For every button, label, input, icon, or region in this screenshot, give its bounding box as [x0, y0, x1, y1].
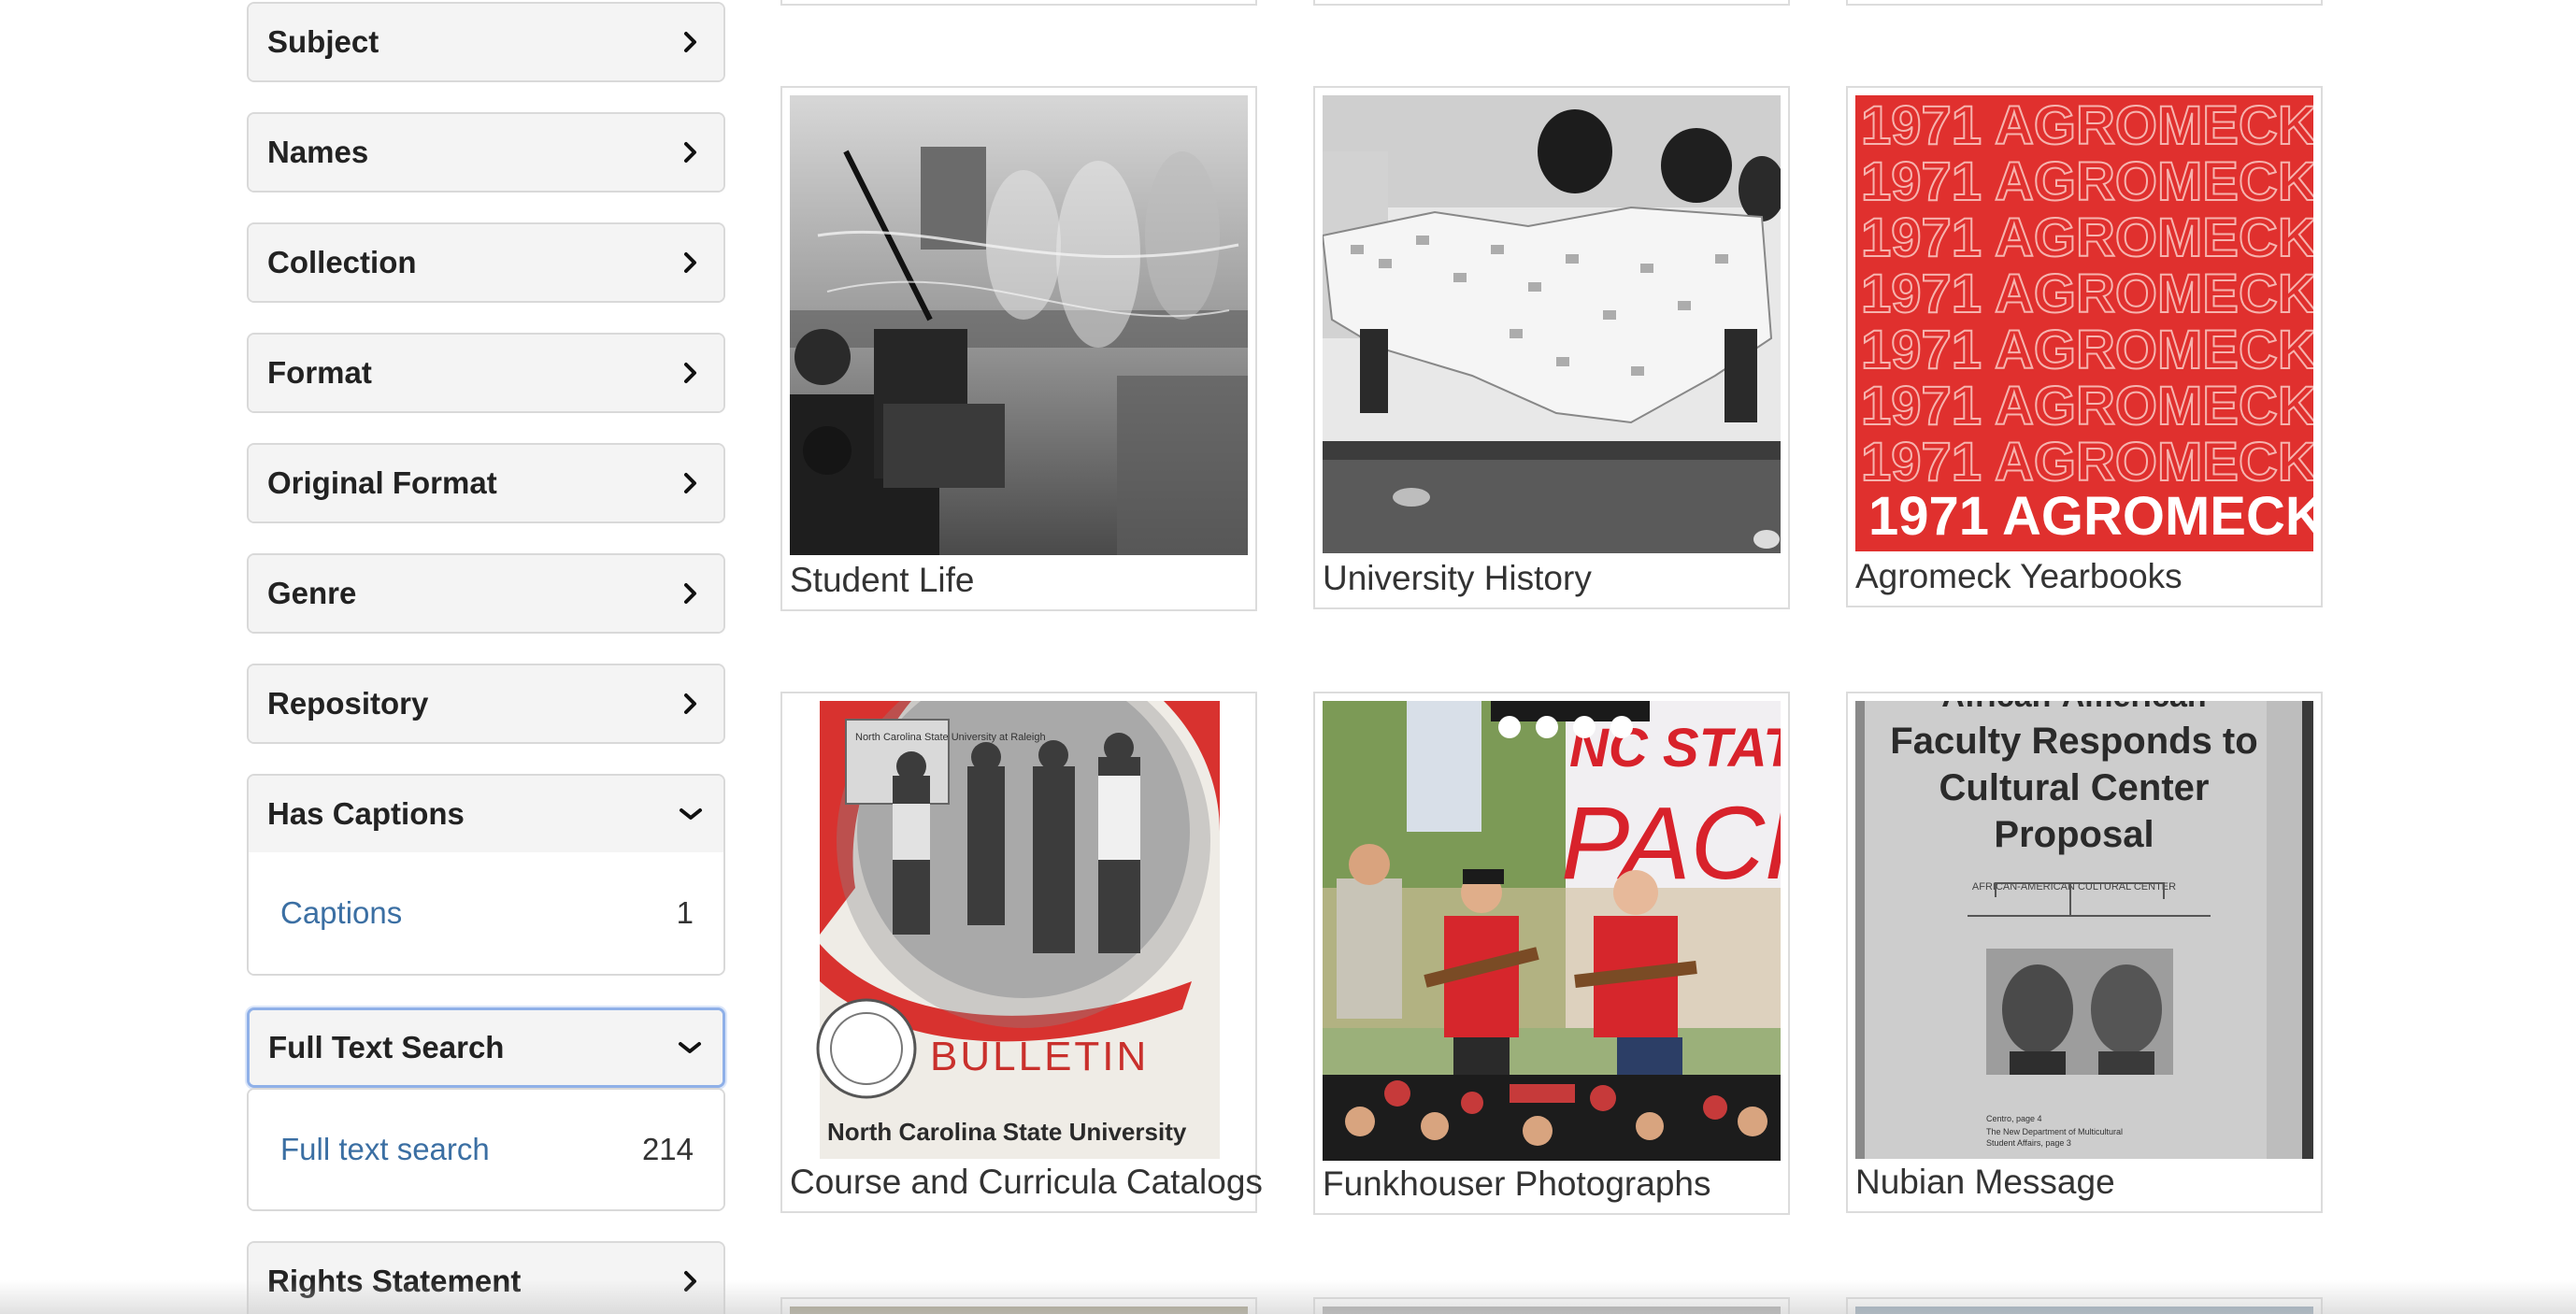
collection-thumbnail — [1323, 95, 1781, 553]
collection-card-stub — [1313, 0, 1790, 6]
nubian-headline-line: Cultural Center — [1939, 767, 2210, 808]
facet-title: Rights Statement — [267, 1264, 522, 1298]
concert-banner-main: PACKAPA — [1561, 786, 1781, 901]
collection-title: Student Life — [790, 561, 975, 599]
facet-item: Full text search 214 — [249, 1090, 723, 1209]
agromeck-cover-text: 1971 AGROMECK — [1861, 432, 2313, 493]
collection-thumbnail: 1971 AGROMECK 1971 AGROMECK 1971 AGROMEC… — [1855, 95, 2313, 551]
collection-title: Agromeck Yearbooks — [1855, 557, 2182, 595]
chevron-down-icon — [676, 1034, 704, 1062]
facet-names-toggle[interactable]: Names — [249, 114, 723, 191]
collection-card-stub[interactable] — [1846, 1297, 2323, 1314]
agromeck-cover-text: 1971 AGROMECK — [1861, 151, 2313, 212]
collection-card-university-history[interactable]: University History — [1313, 86, 1790, 609]
facet-title: Has Captions — [267, 796, 465, 831]
chevron-right-icon — [677, 28, 705, 56]
facet-original-format[interactable]: Original Format — [247, 443, 725, 523]
nubian-footer: Centro, page 4 — [1986, 1114, 2042, 1123]
facet-full-text-search-toggle[interactable]: Full Text Search — [250, 1010, 723, 1085]
facet-title: Original Format — [267, 465, 497, 500]
collection-title: Nubian Message — [1855, 1163, 2115, 1201]
nubian-footer: Student Affairs, page 3 — [1986, 1138, 2071, 1148]
collection-card-funkhouser-photographs[interactable]: NC STATE U PACKAPA Funkhouser Ph — [1313, 692, 1790, 1215]
agromeck-cover-text: 1971 AGROMECK — [1861, 264, 2313, 324]
collection-title: University History — [1323, 559, 1592, 597]
agromeck-cover-text: 1971 AGROMECK — [1861, 95, 2313, 156]
chevron-right-icon — [677, 249, 705, 277]
agromeck-cover-text: 1971 AGROMECK — [1861, 320, 2313, 380]
collection-thumbnail — [1855, 1307, 2313, 1314]
collection-thumbnail — [790, 95, 1248, 555]
facet-collection-toggle[interactable]: Collection — [249, 224, 723, 301]
facet-collection[interactable]: Collection — [247, 222, 725, 303]
nubian-headline-line: Faculty Responds to — [1890, 721, 2257, 762]
facet-rights-statement[interactable]: Rights Statement — [247, 1241, 725, 1314]
facet-item-full-text-search-link[interactable]: Full text search — [280, 1132, 490, 1167]
collection-thumbnail: NC STATE U PACKAPA — [1323, 701, 1781, 1161]
concert-banner-top: NC STATE U — [1569, 718, 1781, 778]
facet-rights-statement-toggle[interactable]: Rights Statement — [249, 1243, 723, 1314]
facet-format[interactable]: Format — [247, 333, 725, 413]
nubian-footer: The New Department of Multicultural — [1986, 1127, 2123, 1136]
chevron-right-icon — [677, 469, 705, 497]
collection-thumbnail: North Carolina State University at Ralei… — [790, 701, 1248, 1159]
collection-card-stub[interactable] — [780, 1297, 1257, 1314]
agromeck-cover-title: 1971 AGROMECK — [1868, 486, 2313, 547]
facet-repository[interactable]: Repository — [247, 664, 725, 744]
facet-original-format-toggle[interactable]: Original Format — [249, 445, 723, 521]
facet-names[interactable]: Names — [247, 112, 725, 193]
agromeck-cover-text: 1971 AGROMECK — [1861, 207, 2313, 268]
collection-card-stub[interactable] — [1313, 1297, 1790, 1314]
facet-title: Full Text Search — [268, 1030, 505, 1064]
collection-card-nubian-message[interactable]: African-American Faculty Responds to Cul… — [1846, 692, 2323, 1213]
bulletin-sign-text: North Carolina State University at Ralei… — [855, 732, 1046, 743]
bulletin-word: BULLETIN — [930, 1034, 1149, 1079]
facet-title: Collection — [267, 245, 417, 279]
facet-title: Subject — [267, 24, 379, 59]
collection-card-agromeck-yearbooks[interactable]: 1971 AGROMECK 1971 AGROMECK 1971 AGROMEC… — [1846, 86, 2323, 607]
collection-card-stub — [780, 0, 1257, 6]
facet-genre[interactable]: Genre — [247, 553, 725, 634]
collection-card-student-life[interactable]: Student Life — [780, 86, 1257, 611]
collection-card-stub — [1846, 0, 2323, 6]
collection-thumbnail: African-American Faculty Responds to Cul… — [1855, 701, 2313, 1159]
facet-format-toggle[interactable]: Format — [249, 335, 723, 411]
agromeck-cover-text: 1971 AGROMECK — [1861, 376, 2313, 436]
facet-item-captions-link[interactable]: Captions — [280, 895, 402, 931]
facet-item: Captions 1 — [249, 852, 723, 974]
collection-thumbnail — [790, 1307, 1248, 1314]
facet-repository-toggle[interactable]: Repository — [249, 665, 723, 742]
nubian-header: African-American — [1941, 701, 2206, 714]
collection-title: Course and Curricula Catalogs — [790, 1163, 1263, 1201]
bulletin-university: North Carolina State University — [827, 1118, 1187, 1146]
chevron-right-icon — [677, 1267, 705, 1295]
chevron-right-icon — [677, 690, 705, 718]
facet-item-count: 214 — [641, 1132, 694, 1166]
chevron-right-icon — [677, 359, 705, 387]
nubian-headline-line: Proposal — [1994, 814, 2154, 855]
facet-genre-toggle[interactable]: Genre — [249, 555, 723, 632]
chevron-right-icon — [677, 138, 705, 166]
page: Subject Names Collection Format Original… — [0, 0, 2576, 1314]
facet-title: Repository — [267, 686, 429, 721]
facet-full-text-search-body: Full text search 214 — [247, 1088, 725, 1211]
collection-title: Funkhouser Photographs — [1323, 1164, 1711, 1203]
collection-card-course-and-curricula-catalogs[interactable]: North Carolina State University at Ralei… — [780, 692, 1263, 1213]
facet-item-count: 1 — [676, 895, 694, 930]
chevron-down-icon — [677, 800, 705, 828]
chevron-right-icon — [677, 579, 705, 607]
facet-has-captions-toggle[interactable]: Has Captions — [249, 776, 723, 852]
facet-title: Format — [267, 355, 372, 390]
facet-subject-toggle[interactable]: Subject — [249, 4, 723, 80]
collection-thumbnail — [1323, 1307, 1781, 1314]
facet-subject[interactable]: Subject — [247, 2, 725, 82]
facet-full-text-search: Full Text Search — [247, 1007, 725, 1088]
facet-has-captions: Has Captions Captions 1 — [247, 774, 725, 976]
facet-title: Names — [267, 135, 369, 169]
facet-title: Genre — [267, 576, 357, 610]
